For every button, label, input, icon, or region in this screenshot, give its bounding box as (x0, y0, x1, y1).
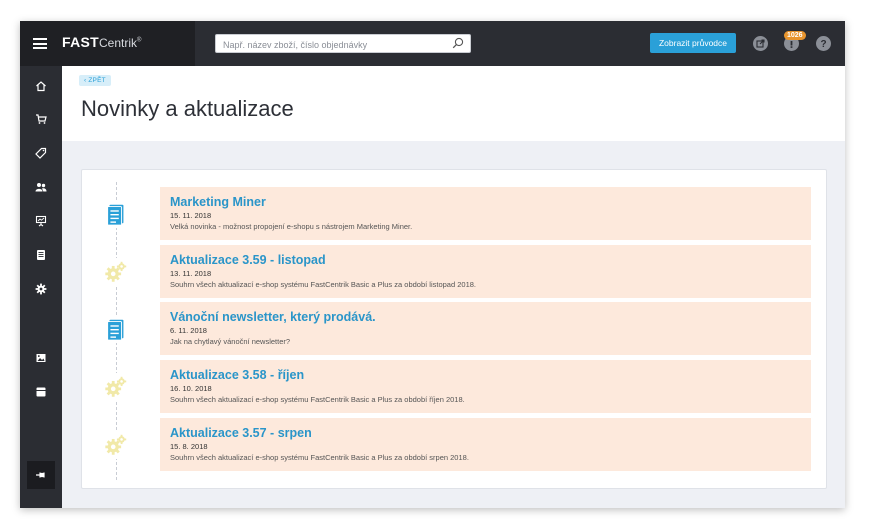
home-icon (36, 81, 46, 92)
news-date: 16. 10. 2018 (170, 384, 212, 393)
news-date: 13. 11. 2018 (170, 269, 212, 278)
menu-icon[interactable] (33, 38, 47, 49)
customers-icon (35, 183, 47, 192)
pin-icon (36, 472, 45, 478)
news-item[interactable]: Aktualizace 3.57 - srpen 15. 8. 2018 Sou… (160, 418, 811, 471)
news-date: 15. 11. 2018 (170, 211, 212, 220)
news-title[interactable]: Aktualizace 3.59 - listopad (170, 253, 326, 267)
search-icon[interactable] (452, 37, 464, 49)
sidebar-item-orders[interactable] (20, 105, 62, 133)
news-item[interactable]: Aktualizace 3.58 - říjen 16. 10. 2018 So… (160, 360, 811, 413)
sidebar-item-home[interactable] (20, 72, 62, 100)
sidebar-item-customers[interactable] (20, 173, 62, 201)
sidebar-item-settings[interactable] (20, 275, 62, 303)
logo-centrik: Centrik (98, 36, 137, 50)
top-bar: FASTCentrik® Zobrazit průvodce 1026 ? (20, 21, 845, 66)
document-icon (102, 315, 130, 343)
gears-icon (102, 431, 130, 459)
sidebar-item-content[interactable] (20, 241, 62, 269)
news-panel: Marketing Miner 15. 11. 2018 Velká novin… (81, 169, 827, 489)
sidebar-item-gallery[interactable] (20, 344, 62, 372)
news-title[interactable]: Vánoční newsletter, který prodává. (170, 310, 376, 324)
news-item[interactable]: Marketing Miner 15. 11. 2018 Velká novin… (160, 187, 811, 240)
sidebar-item-marketing[interactable] (20, 207, 62, 235)
notifications-badge[interactable]: 1026 (784, 31, 806, 40)
archive-icon (36, 387, 46, 397)
sidebar-item-pin[interactable] (27, 461, 55, 489)
sidebar (20, 66, 62, 508)
page-header: ‹ ZPĚT Novinky a aktualizace (62, 66, 845, 141)
show-guide-button[interactable]: Zobrazit průvodce (650, 33, 736, 53)
search-box (215, 34, 471, 54)
news-date: 6. 11. 2018 (170, 326, 207, 335)
news-item[interactable]: Aktualizace 3.59 - listopad 13. 11. 2018… (160, 245, 811, 298)
svg-text:?: ? (820, 39, 826, 50)
news-title[interactable]: Aktualizace 3.58 - říjen (170, 368, 304, 382)
search-input[interactable] (216, 36, 441, 54)
news-description: Jak na chytlavý vánoční newsletter? (170, 337, 291, 346)
news-description: Souhrn všech aktualizací e-shop systému … (170, 280, 476, 289)
logo-registered: ® (137, 37, 142, 44)
sidebar-item-archive[interactable] (20, 378, 62, 406)
news-description: Souhrn všech aktualizací e-shop systému … (170, 453, 469, 462)
logo-fast: FAST (62, 34, 99, 50)
news-title[interactable]: Aktualizace 3.57 - srpen (170, 426, 312, 440)
news-description: Souhrn všech aktualizací e-shop systému … (170, 395, 465, 404)
help-icon[interactable]: ? (816, 36, 831, 51)
gears-icon (102, 373, 130, 401)
external-link-icon[interactable] (753, 36, 768, 51)
page-title: Novinky a aktualizace (81, 96, 294, 121)
app-window: FASTCentrik® Zobrazit průvodce 1026 ? (20, 21, 845, 508)
news-description: Velká novinka - možnost propojení e-shop… (170, 222, 413, 231)
presentation-icon (35, 215, 47, 227)
news-date: 15. 8. 2018 (170, 442, 208, 451)
image-icon (36, 354, 46, 362)
settings-icon (35, 283, 47, 295)
cart-icon (36, 114, 47, 124)
sidebar-item-products[interactable] (20, 139, 62, 167)
document-icon (37, 250, 45, 260)
document-icon (102, 200, 130, 228)
logo[interactable]: FASTCentrik® (62, 34, 141, 50)
gears-icon (102, 258, 130, 286)
tag-icon (35, 147, 47, 159)
news-item[interactable]: Vánoční newsletter, který prodává. 6. 11… (160, 302, 811, 355)
news-title[interactable]: Marketing Miner (170, 195, 266, 209)
brand-area: FASTCentrik® (20, 21, 195, 66)
back-button[interactable]: ‹ ZPĚT (79, 75, 111, 86)
